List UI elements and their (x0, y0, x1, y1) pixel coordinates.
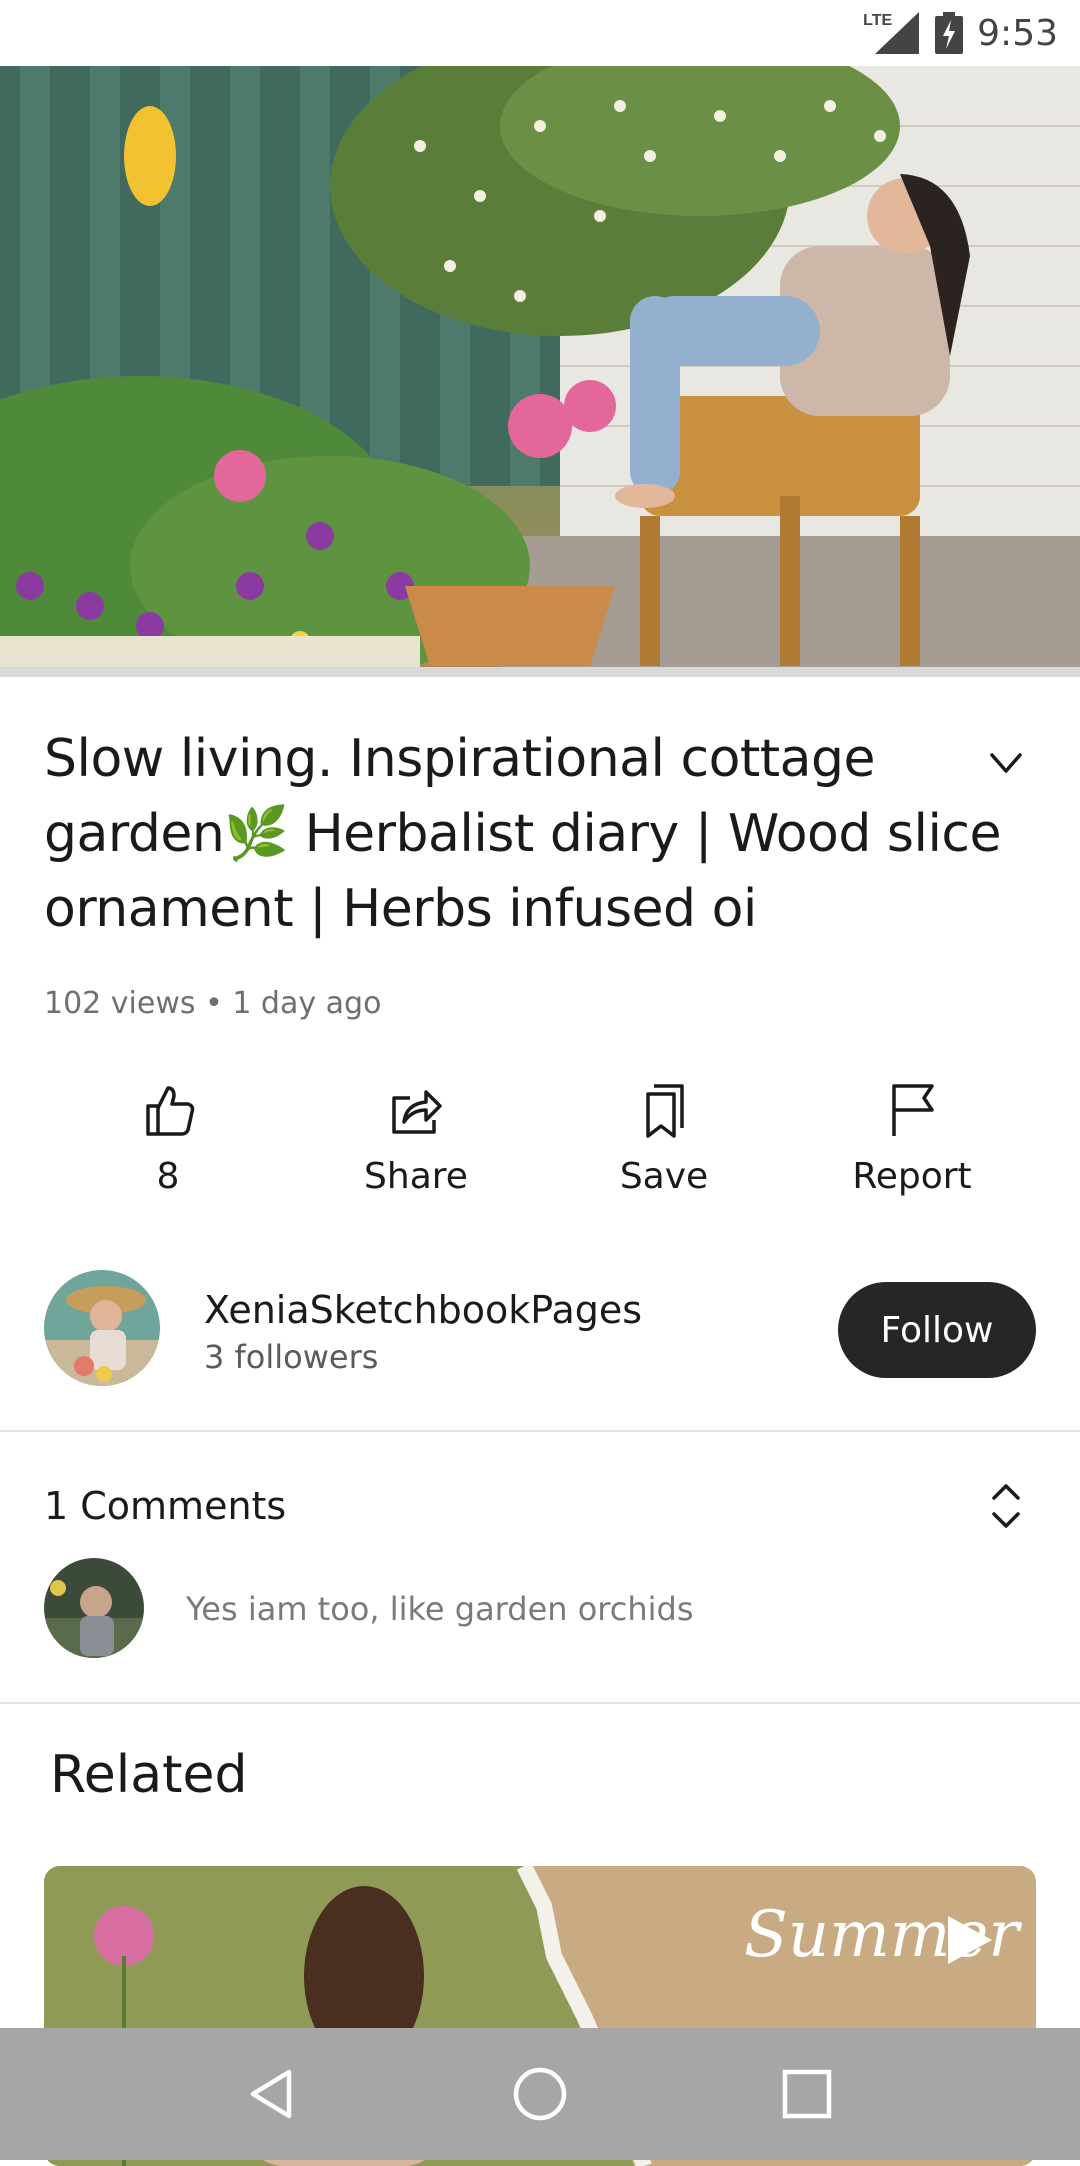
action-bar: 8 Share Save Report (44, 1080, 1036, 1220)
flag-icon (892, 1084, 934, 1136)
chevron-down-icon[interactable] (988, 745, 1024, 781)
follow-button[interactable]: Follow (838, 1282, 1036, 1378)
home-button[interactable] (510, 2064, 570, 2124)
share-label: Share (364, 1156, 468, 1197)
expand-collapse-icon[interactable] (986, 1480, 1026, 1532)
upload-age: 1 day ago (232, 986, 382, 1021)
back-triangle-icon (251, 2069, 292, 2119)
video-player[interactable] (0, 66, 1080, 667)
commenter-avatar[interactable] (44, 1558, 144, 1658)
comment-text: Yes iam too, like garden orchids (186, 1590, 694, 1628)
recents-button[interactable] (777, 2064, 837, 2124)
channel-row: XeniaSketchbookPages 3 followers Follow (44, 1270, 1036, 1386)
report-button[interactable]: Report (788, 1080, 1036, 1220)
battery-charging-icon (935, 12, 964, 54)
share-button[interactable]: Share (292, 1080, 540, 1220)
save-button[interactable]: Save (540, 1080, 788, 1220)
like-count: 8 (156, 1156, 180, 1197)
video-title-block[interactable]: Slow living. Inspirational cottage garde… (44, 722, 1004, 947)
status-icons: LTE 9:53 (861, 10, 1058, 56)
divider (0, 1702, 1080, 1704)
video-meta: 102 views • 1 day ago (44, 986, 381, 1021)
thumbs-up-icon (146, 1086, 195, 1136)
network-type: LTE (863, 12, 893, 29)
divider (0, 1430, 1080, 1432)
system-nav-bar (0, 2028, 1080, 2160)
lte-signal-icon: LTE (861, 10, 921, 56)
video-progress-bar[interactable] (0, 667, 1080, 677)
follower-count: 3 followers (204, 1338, 379, 1376)
video-title: Slow living. Inspirational cottage garde… (44, 729, 1001, 939)
back-button[interactable] (243, 2064, 303, 2124)
view-count: 102 views (44, 986, 196, 1021)
like-button[interactable]: 8 (44, 1080, 292, 1220)
channel-avatar[interactable] (44, 1270, 160, 1386)
save-label: Save (619, 1156, 709, 1197)
report-label: Report (852, 1156, 972, 1197)
status-bar: LTE 9:53 (0, 0, 1080, 66)
related-heading: Related (50, 1745, 248, 1805)
meta-separator: • (205, 986, 223, 1021)
play-icon[interactable] (940, 1912, 996, 1968)
video-thumbnail-image (0, 66, 1080, 667)
home-circle-icon (513, 2067, 567, 2121)
share-icon (392, 1090, 442, 1134)
channel-name[interactable]: XeniaSketchbookPages (204, 1288, 642, 1332)
bookmark-icon (646, 1084, 684, 1138)
comments-title[interactable]: 1 Comments (44, 1484, 286, 1528)
recents-square-icon (782, 2069, 831, 2119)
clock: 9:53 (977, 12, 1058, 54)
